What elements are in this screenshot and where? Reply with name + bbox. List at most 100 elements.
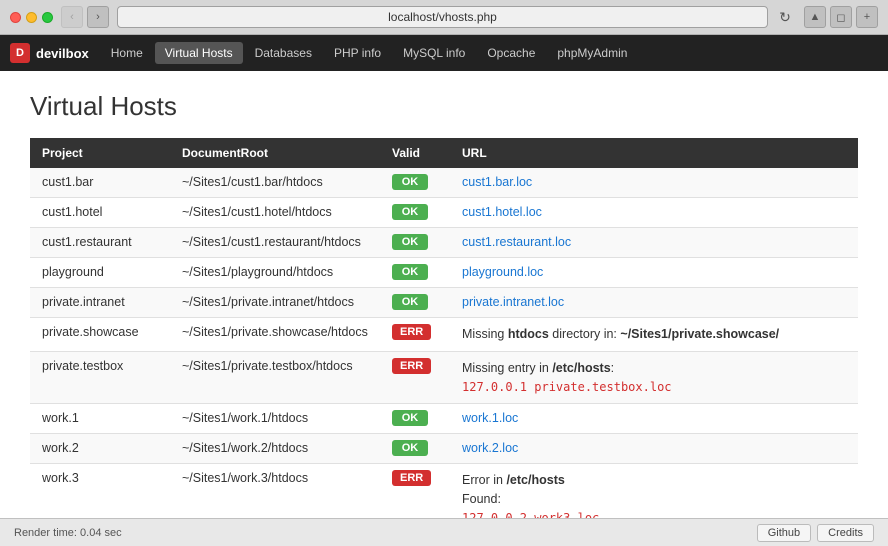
nav-mysql-info[interactable]: MySQL info — [393, 42, 475, 64]
url-link[interactable]: private.intranet.loc — [462, 295, 564, 309]
cell-url: work.2.loc — [450, 434, 858, 464]
cell-url: cust1.hotel.loc — [450, 198, 858, 228]
status-badge: OK — [392, 440, 428, 456]
status-badge: OK — [392, 410, 428, 426]
refresh-button[interactable]: ↻ — [774, 6, 796, 28]
table-row: private.showcase~/Sites1/private.showcas… — [30, 318, 858, 352]
address-bar[interactable]: localhost/vhosts.php — [117, 6, 768, 28]
table-header-row: Project DocumentRoot Valid URL — [30, 138, 858, 168]
url-link[interactable]: work.1.loc — [462, 411, 518, 425]
table-row: work.2~/Sites1/work.2/htdocs OK work.2.loc — [30, 434, 858, 464]
browser-nav: ‹ › — [61, 6, 109, 28]
render-time: Render time: 0.04 sec — [14, 527, 757, 539]
nav-phpmyadmin[interactable]: phpMyAdmin — [547, 42, 637, 64]
cell-docroot: ~/Sites1/private.testbox/htdocs — [170, 351, 380, 404]
table-row: cust1.restaurant~/Sites1/cust1.restauran… — [30, 228, 858, 258]
cell-project: work.3 — [30, 464, 170, 518]
cell-docroot: ~/Sites1/private.intranet/htdocs — [170, 288, 380, 318]
status-badge: ERR — [392, 324, 431, 340]
cell-valid: OK — [380, 198, 450, 228]
nav-databases[interactable]: Databases — [245, 42, 322, 64]
nav-home[interactable]: Home — [101, 42, 153, 64]
vhosts-table: Project DocumentRoot Valid URL cust1.bar… — [30, 138, 858, 518]
table-row: cust1.bar~/Sites1/cust1.bar/htdocs OK cust… — [30, 168, 858, 198]
table-row: playground~/Sites1/playground/htdocsOK pl… — [30, 258, 858, 288]
brand-name: devilbox — [36, 46, 89, 61]
cell-project: cust1.bar — [30, 168, 170, 198]
cell-docroot: ~/Sites1/cust1.restaurant/htdocs — [170, 228, 380, 258]
url-link[interactable]: playground.loc — [462, 265, 543, 279]
status-badge: OK — [392, 204, 428, 220]
page-content: Virtual Hosts Project DocumentRoot Valid… — [0, 71, 888, 518]
app-navbar: D devilbox Home Virtual Hosts Databases … — [0, 35, 888, 71]
cell-valid: ERR — [380, 351, 450, 404]
cell-valid: OK — [380, 258, 450, 288]
cell-project: work.2 — [30, 434, 170, 464]
browser-actions: ▲ ◻ + — [804, 6, 878, 28]
table-row: cust1.hotel~/Sites1/cust1.hotel/htdocs OK… — [30, 198, 858, 228]
footer-actions: Github Credits — [757, 524, 874, 542]
status-badge: OK — [392, 234, 428, 250]
address-text: localhost/vhosts.php — [388, 10, 497, 24]
status-badge: OK — [392, 294, 428, 310]
cell-docroot: ~/Sites1/private.showcase/htdocs — [170, 318, 380, 352]
url-link[interactable]: cust1.bar.loc — [462, 175, 532, 189]
cell-url: cust1.restaurant.loc — [450, 228, 858, 258]
add-tab-button[interactable]: + — [856, 6, 878, 28]
cell-project: cust1.hotel — [30, 198, 170, 228]
cell-valid: ERR — [380, 464, 450, 518]
cell-project: private.intranet — [30, 288, 170, 318]
cell-project: work.1 — [30, 404, 170, 434]
status-badge: OK — [392, 174, 428, 190]
error-content: Missing htdocs directory in: ~/Sites1/pr… — [462, 325, 846, 344]
github-button[interactable]: Github — [757, 524, 811, 542]
nav-opcache[interactable]: Opcache — [477, 42, 545, 64]
nav-links: Home Virtual Hosts Databases PHP info My… — [101, 42, 638, 64]
th-project: Project — [30, 138, 170, 168]
error-content: Missing entry in /etc/hosts:127.0.0.1 pr… — [462, 359, 846, 397]
browser-footer: Render time: 0.04 sec Github Credits — [0, 518, 888, 546]
credits-button[interactable]: Credits — [817, 524, 874, 542]
cell-docroot: ~/Sites1/playground/htdocs — [170, 258, 380, 288]
th-docroot: DocumentRoot — [170, 138, 380, 168]
url-link[interactable]: cust1.hotel.loc — [462, 205, 542, 219]
traffic-lights — [10, 12, 53, 23]
table-row: work.1~/Sites1/work.1/htdocsOKwork.1.loc — [30, 404, 858, 434]
status-badge: ERR — [392, 470, 431, 486]
cell-valid: OK — [380, 168, 450, 198]
app-logo: D devilbox — [10, 43, 89, 63]
cell-valid: OK — [380, 288, 450, 318]
url-link[interactable]: cust1.restaurant.loc — [462, 235, 571, 249]
back-button[interactable]: ‹ — [61, 6, 83, 28]
nav-php-info[interactable]: PHP info — [324, 42, 391, 64]
cell-docroot: ~/Sites1/work.2/htdocs — [170, 434, 380, 464]
browser-titlebar: ‹ › localhost/vhosts.php ↻ ▲ ◻ + — [0, 0, 888, 35]
browser-content: D devilbox Home Virtual Hosts Databases … — [0, 35, 888, 518]
cell-url: Missing htdocs directory in: ~/Sites1/pr… — [450, 318, 858, 352]
share-button[interactable]: ▲ — [804, 6, 826, 28]
cell-valid: OK — [380, 228, 450, 258]
cell-valid: OK — [380, 434, 450, 464]
cell-valid: ERR — [380, 318, 450, 352]
logo-icon: D — [10, 43, 30, 63]
cell-project: private.testbox — [30, 351, 170, 404]
cell-url: cust1.bar.loc — [450, 168, 858, 198]
cell-url: playground.loc — [450, 258, 858, 288]
cell-docroot: ~/Sites1/cust1.hotel/htdocs — [170, 198, 380, 228]
cell-valid: OK — [380, 404, 450, 434]
cell-project: cust1.restaurant — [30, 228, 170, 258]
url-link[interactable]: work.2.loc — [462, 441, 518, 455]
cell-url: Error in /etc/hostsFound:127.0.0.2 work3… — [450, 464, 858, 518]
maximize-button[interactable] — [42, 12, 53, 23]
close-button[interactable] — [10, 12, 21, 23]
table-row: work.3~/Sites1/work.3/htdocsERRError in … — [30, 464, 858, 518]
forward-button[interactable]: › — [87, 6, 109, 28]
cell-url: Missing entry in /etc/hosts:127.0.0.1 pr… — [450, 351, 858, 404]
minimize-button[interactable] — [26, 12, 37, 23]
cell-project: playground — [30, 258, 170, 288]
th-url: URL — [450, 138, 858, 168]
nav-virtual-hosts[interactable]: Virtual Hosts — [155, 42, 243, 64]
new-tab-button[interactable]: ◻ — [830, 6, 852, 28]
th-valid: Valid — [380, 138, 450, 168]
cell-docroot: ~/Sites1/cust1.bar/htdocs — [170, 168, 380, 198]
